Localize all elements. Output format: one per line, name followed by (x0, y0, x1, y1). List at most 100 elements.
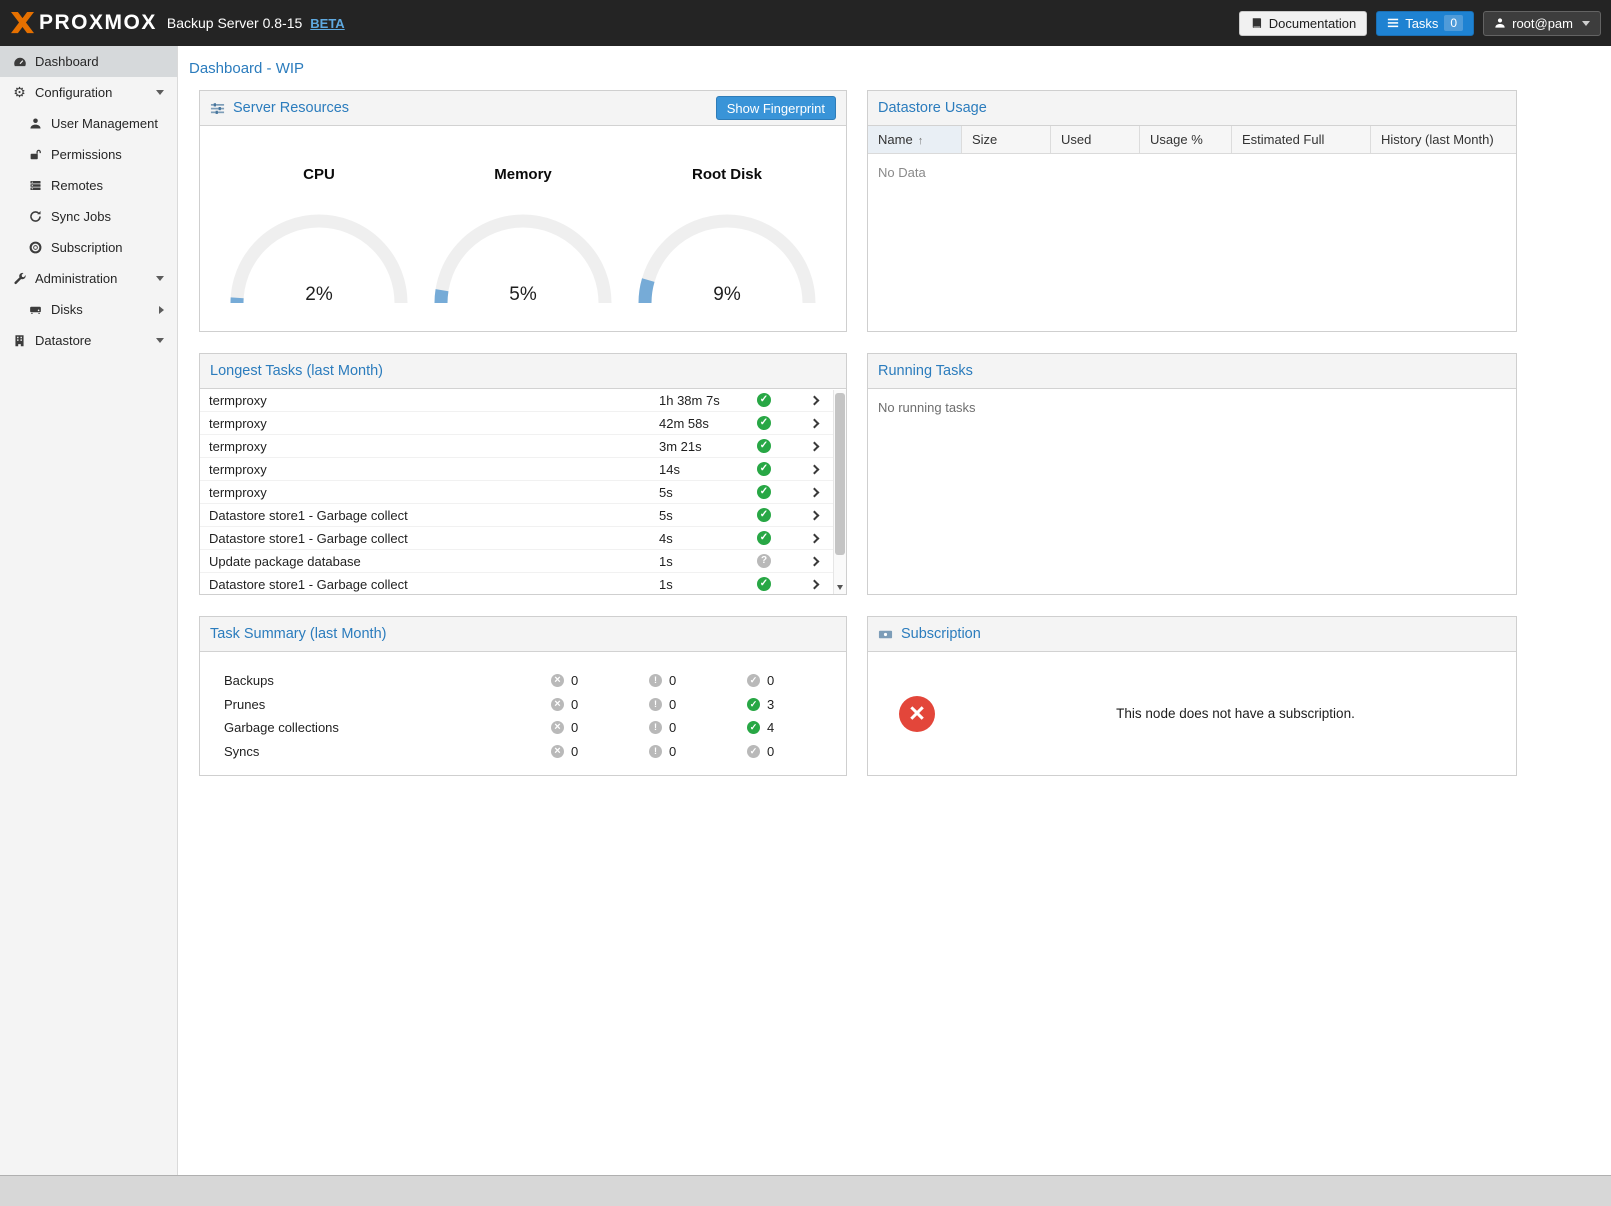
tasks-button[interactable]: Tasks 0 (1376, 11, 1474, 36)
column-header-usage[interactable]: Usage % (1140, 126, 1232, 153)
sidebar-item-subscription[interactable]: Subscription (0, 232, 177, 263)
user-menu-button[interactable]: root@pam (1483, 11, 1601, 36)
proxmox-x-icon (10, 12, 35, 35)
status-ok-icon (757, 393, 771, 407)
warning-count-icon (649, 745, 662, 758)
topbar: PROXMOX Backup Server 0.8-15 BETA Docume… (0, 0, 1611, 46)
bottom-bar (0, 1175, 1611, 1206)
tasks-count-badge: 0 (1444, 15, 1463, 31)
user-icon (28, 116, 43, 131)
scrollbar-thumb[interactable] (835, 393, 845, 555)
panel-title: Task Summary (last Month) (210, 626, 386, 642)
scrollbar-down-arrow-icon[interactable] (837, 585, 843, 590)
server-resources-panel: Server Resources Show Fingerprint CPU 2% (199, 90, 847, 332)
running-tasks-panel: Running Tasks No running tasks (867, 353, 1517, 595)
status-ok-icon (757, 416, 771, 430)
expander-down-icon[interactable] (156, 276, 164, 281)
column-header-size[interactable]: Size (962, 126, 1051, 153)
sidebar-item-datastore[interactable]: Datastore (0, 325, 177, 356)
status-ok-icon (757, 531, 771, 545)
memory-gauge: Memory 5% (423, 166, 623, 331)
caret-down-icon (1582, 21, 1590, 26)
status-ok-icon (757, 485, 771, 499)
expander-right-icon[interactable] (159, 306, 164, 314)
unlock-icon (28, 147, 43, 162)
refresh-icon (28, 209, 43, 224)
column-header-estimated-full[interactable]: Estimated Full (1232, 126, 1371, 153)
sidebar-item-dashboard[interactable]: Dashboard (0, 46, 177, 77)
datastore-usage-panel: Datastore Usage Name Size Used Usage % E… (867, 90, 1517, 332)
column-header-name[interactable]: Name (868, 126, 962, 153)
no-data-text: No Data (868, 154, 1516, 191)
beta-link[interactable]: BETA (310, 16, 344, 31)
product-version: Backup Server 0.8-15 (167, 15, 302, 31)
task-row[interactable]: Datastore store1 - Garbage collect 5s (200, 504, 846, 527)
subscription-panel: Subscription × This node does not have a… (867, 616, 1517, 776)
summary-row-garbage-collections: Garbage collections 0 0 4 (224, 716, 846, 740)
warning-count-icon (649, 674, 662, 687)
server-stack-icon (28, 178, 43, 193)
proxmox-logo: PROXMOX (10, 11, 157, 35)
sliders-icon (210, 101, 225, 116)
warning-count-icon (649, 721, 662, 734)
logo-text: PROXMOX (39, 11, 157, 35)
show-fingerprint-button[interactable]: Show Fingerprint (716, 96, 836, 120)
warning-count-icon (649, 698, 662, 711)
error-count-icon (551, 674, 564, 687)
no-subscription-icon: × (899, 696, 935, 732)
status-ok-icon (757, 508, 771, 522)
building-icon (12, 333, 27, 348)
sidebar-item-permissions[interactable]: Permissions (0, 139, 177, 170)
task-row[interactable]: Update package database 1s (200, 550, 846, 573)
sidebar-item-sync-jobs[interactable]: Sync Jobs (0, 201, 177, 232)
expander-down-icon[interactable] (156, 90, 164, 95)
ticket-icon (878, 627, 893, 642)
page-title: Dashboard - WIP (178, 46, 1611, 77)
status-ok-icon (757, 577, 771, 591)
sidebar: Dashboard ⚙ Configuration User Managemen… (0, 46, 178, 1175)
sidebar-item-configuration[interactable]: ⚙ Configuration (0, 77, 177, 108)
column-header-history[interactable]: History (last Month) (1371, 126, 1516, 153)
task-row[interactable]: termproxy 42m 58s (200, 412, 846, 435)
tachometer-icon (12, 54, 27, 69)
error-count-icon (551, 721, 564, 734)
task-row[interactable]: termproxy 1h 38m 7s (200, 389, 846, 412)
panel-title: Subscription (901, 626, 981, 642)
support-ring-icon (28, 240, 43, 255)
ok-count-icon (747, 721, 760, 734)
panel-title: Longest Tasks (last Month) (210, 363, 383, 379)
summary-row-backups: Backups 0 0 0 (224, 669, 846, 693)
task-row[interactable]: termproxy 5s (200, 481, 846, 504)
user-icon (1494, 17, 1506, 29)
sidebar-item-disks[interactable]: Disks (0, 294, 177, 325)
documentation-button[interactable]: Documentation (1239, 11, 1367, 36)
datastore-table-header: Name Size Used Usage % Estimated Full Hi… (868, 126, 1516, 154)
cpu-gauge: CPU 2% (219, 166, 419, 331)
sidebar-item-remotes[interactable]: Remotes (0, 170, 177, 201)
scrollbar[interactable] (833, 390, 846, 594)
longest-tasks-list: termproxy 1h 38m 7s termproxy 42m 58s te… (200, 389, 846, 594)
panel-title: Running Tasks (878, 363, 973, 379)
status-ok-icon (757, 462, 771, 476)
wrench-icon (12, 271, 27, 286)
column-header-used[interactable]: Used (1051, 126, 1140, 153)
main-content: Dashboard - WIP Server Resources Show Fi… (178, 46, 1611, 1175)
hard-disk-icon (28, 302, 43, 317)
status-ok-icon (757, 439, 771, 453)
task-list-icon (1387, 17, 1399, 29)
gears-icon: ⚙ (12, 85, 27, 100)
ok-count-icon (747, 674, 760, 687)
ok-count-icon (747, 698, 760, 711)
sidebar-item-administration[interactable]: Administration (0, 263, 177, 294)
task-row[interactable]: termproxy 3m 21s (200, 435, 846, 458)
ok-count-icon (747, 745, 760, 758)
error-count-icon (551, 745, 564, 758)
sidebar-item-user-management[interactable]: User Management (0, 108, 177, 139)
task-row[interactable]: termproxy 14s (200, 458, 846, 481)
book-icon (1250, 17, 1263, 30)
error-count-icon (551, 698, 564, 711)
expander-down-icon[interactable] (156, 338, 164, 343)
task-row[interactable]: Datastore store1 - Garbage collect 4s (200, 527, 846, 550)
task-row[interactable]: Datastore store1 - Garbage collect 1s (200, 573, 846, 594)
no-running-tasks-text: No running tasks (868, 389, 1516, 594)
